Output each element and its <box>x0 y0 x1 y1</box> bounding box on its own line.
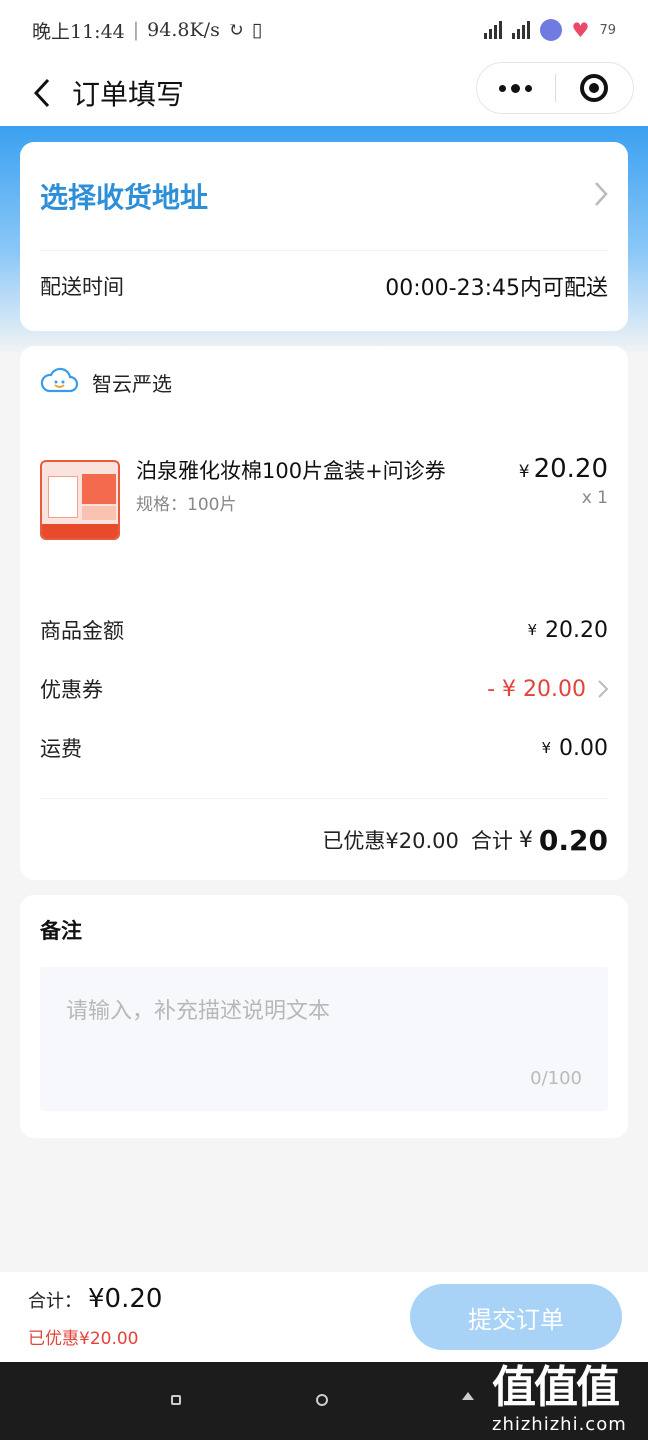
planet-icon <box>539 19 562 41</box>
status-time: 晚上11:44 <box>32 20 125 43</box>
signal-icon-2 <box>511 21 530 39</box>
order-total-row: 已优惠¥20.00 合计 ¥ 0.20 <box>322 818 608 862</box>
chevron-right-icon <box>598 680 608 698</box>
back-icon[interactable] <box>12 63 72 123</box>
shipping-value: 0.00 <box>559 735 608 761</box>
watermark-logo: 值值值 <box>492 1362 620 1413</box>
address-card: 选择收货地址 配送时间 00:00-23:45内可配送 <box>20 142 628 331</box>
signal-icon <box>483 21 502 39</box>
note-placeholder: 请输入，补充描述说明文本 <box>66 999 331 1024</box>
summary-divider <box>40 798 608 799</box>
yen-symbol: ¥ <box>541 739 552 757</box>
bottom-discount: 已优惠¥20.00 <box>28 1329 139 1349</box>
back-nav-icon[interactable] <box>462 1392 474 1400</box>
product-thumbnail <box>40 460 120 540</box>
product-item[interactable]: 泊泉雅化妆棉100片盒装+问诊券 规格：100片 ¥20.20 x 1 <box>40 454 608 544</box>
goods-amount-label: 商品金额 <box>40 619 124 643</box>
cloud-icon <box>40 367 79 398</box>
delivery-time-label: 配送时间 <box>40 275 124 299</box>
delivery-time-row: 配送时间 00:00-23:45内可配送 <box>40 266 608 306</box>
yen-symbol: ¥ <box>527 621 538 639</box>
nav-bar: 订单填写 <box>0 60 648 126</box>
shop-row: 智云严选 <box>40 364 172 400</box>
watermark-url: zhizhizhi.com <box>492 1414 627 1435</box>
heart-battery-icon: ♥ <box>571 18 590 42</box>
coupon-label: 优惠券 <box>40 678 103 702</box>
total-label: 合计 <box>470 829 513 853</box>
mini-program-capsule <box>476 62 634 114</box>
total-value: 0.20 <box>538 823 608 857</box>
home-icon[interactable] <box>316 1394 328 1406</box>
shop-name: 智云严选 <box>92 371 172 396</box>
coupon-value: - ¥ 20.00 <box>487 676 586 702</box>
page-title: 订单填写 <box>72 78 185 111</box>
select-address-label: 选择收货地址 <box>40 181 209 214</box>
shipping-label: 运费 <box>40 737 82 761</box>
status-separator: | <box>132 19 140 41</box>
watermark: 值值值 zhizhizhi.com <box>492 1362 640 1440</box>
shipping-row: 运费 ¥0.00 <box>40 728 608 768</box>
product-name: 泊泉雅化妆棉100片盒装+问诊券 <box>136 459 446 483</box>
close-target-icon[interactable] <box>556 74 634 102</box>
product-spec: 规格：100片 <box>136 495 237 515</box>
sync-icon: ↻ <box>227 19 244 41</box>
checkout-bar: 合计： ¥0.20 已优惠¥20.00 提交订单 <box>0 1272 648 1362</box>
bottom-total: 合计： ¥0.20 <box>28 1284 162 1314</box>
delivery-time-value: 00:00-23:45内可配送 <box>385 276 608 301</box>
system-nav-bar: 值值值 zhizhizhi.com <box>0 1362 648 1440</box>
yen-symbol: ¥ <box>518 827 533 853</box>
discount-text: 已优惠¥20.00 <box>322 829 459 853</box>
yen-symbol: ¥ <box>518 462 530 482</box>
submit-order-button[interactable]: 提交订单 <box>410 1284 622 1350</box>
recent-apps-icon[interactable] <box>171 1395 181 1405</box>
address-divider <box>40 250 608 251</box>
select-address-row[interactable]: 选择收货地址 <box>40 166 608 226</box>
product-price-value: 20.20 <box>533 454 608 484</box>
status-speed: 94.8K/s <box>147 19 220 41</box>
coupon-row[interactable]: 优惠券 - ¥ 20.00 <box>40 669 608 709</box>
product-quantity: x 1 <box>581 488 608 508</box>
bottom-total-value: ¥0.20 <box>88 1284 163 1314</box>
goods-amount-value: 20.20 <box>545 617 608 643</box>
chevron-right-icon <box>594 181 608 211</box>
vibrate-icon: ▯ <box>251 19 263 41</box>
status-bar: 晚上11:44 | 94.8K/s ↻ ▯ ♥ 79 <box>0 0 648 60</box>
product-price: ¥20.20 <box>498 454 608 484</box>
battery-level: 79 <box>599 22 616 38</box>
note-card: 备注 请输入，补充描述说明文本 0/100 <box>20 895 628 1138</box>
order-card: 智云严选 泊泉雅化妆棉100片盒装+问诊券 规格：100片 ¥20.20 x 1… <box>20 346 628 880</box>
bottom-total-label: 合计： <box>28 1291 82 1312</box>
more-icon[interactable] <box>477 83 555 93</box>
note-char-count: 0/100 <box>530 1068 582 1089</box>
goods-amount-row: 商品金额 ¥20.20 <box>40 610 608 650</box>
note-input[interactable]: 请输入，补充描述说明文本 0/100 <box>40 967 608 1111</box>
note-title: 备注 <box>40 919 82 943</box>
